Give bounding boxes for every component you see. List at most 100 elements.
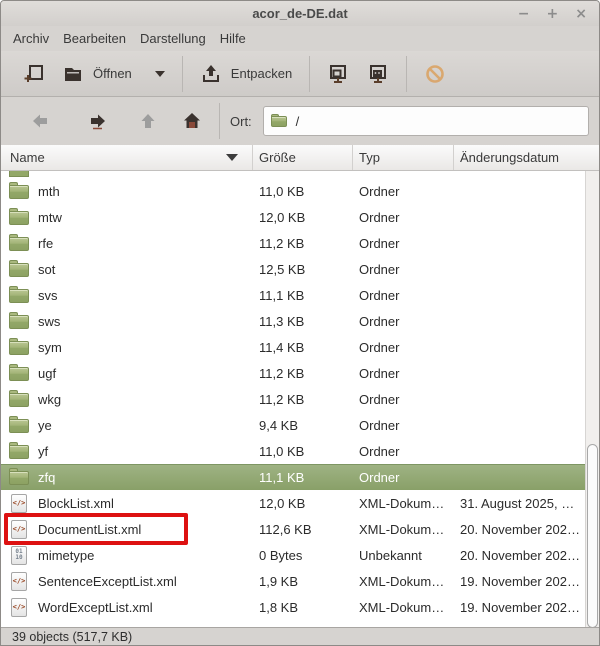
file-type: Ordner bbox=[353, 288, 454, 303]
file-name: BlockList.xml bbox=[38, 496, 114, 511]
file-name: sot bbox=[38, 262, 55, 277]
file-size: 11,0 KB bbox=[253, 444, 353, 459]
table-row[interactable]: mtw12,0 KBOrdner bbox=[1, 204, 587, 230]
scrollbar-thumb[interactable] bbox=[587, 444, 598, 627]
table-row[interactable]: svs11,1 KBOrdner bbox=[1, 282, 587, 308]
file-name: ugf bbox=[38, 366, 56, 381]
sort-descending-icon bbox=[226, 154, 238, 161]
title-bar[interactable]: acor_de-DE.dat − + × bbox=[1, 1, 599, 26]
folder-icon bbox=[271, 114, 288, 128]
open-folder-icon bbox=[62, 63, 84, 85]
table-row[interactable]: </>BlockList.xml12,0 KBXML-Dokum…31. Aug… bbox=[1, 490, 587, 516]
file-name: DocumentList.xml bbox=[38, 522, 141, 537]
file-name: rfe bbox=[38, 236, 53, 251]
file-type: Unbekannt bbox=[353, 548, 454, 563]
binary-file-icon: 0110 bbox=[9, 546, 31, 565]
open-with-button[interactable] bbox=[358, 58, 398, 90]
file-date: 19. November 202… bbox=[454, 574, 587, 589]
new-archive-button[interactable] bbox=[15, 58, 53, 90]
folder-icon bbox=[9, 260, 31, 279]
minimize-button[interactable]: − bbox=[518, 7, 530, 21]
file-name-cell: ugf bbox=[1, 364, 253, 383]
file-type: Ordner bbox=[353, 418, 454, 433]
file-size: 11,4 KB bbox=[253, 340, 353, 355]
folder-icon bbox=[9, 390, 31, 409]
file-list: mth11,0 KBOrdnermtw12,0 KBOrdner rfe 11,2 … bbox=[1, 171, 587, 620]
table-row[interactable]: mth11,0 KBOrdner bbox=[1, 178, 587, 204]
window-title: acor_de-DE.dat bbox=[252, 6, 347, 21]
file-type: Ordner bbox=[353, 184, 454, 199]
file-name-cell: mtw bbox=[1, 208, 253, 227]
file-size: 11,2 KB bbox=[253, 392, 353, 407]
xml-file-icon: </> bbox=[9, 598, 31, 617]
table-row[interactable]: </>DocumentList.xml112,6 KBXML-Dokum…20.… bbox=[1, 516, 587, 542]
extract-icon bbox=[200, 63, 222, 85]
folder-icon bbox=[9, 364, 31, 383]
location-input[interactable]: / bbox=[263, 106, 589, 136]
chevron-down-icon bbox=[155, 71, 165, 77]
vertical-scrollbar[interactable] bbox=[585, 171, 599, 627]
table-row[interactable]: </>WordExceptList.xml1,8 KBXML-Dokum…19.… bbox=[1, 594, 587, 620]
location-value: / bbox=[296, 114, 300, 129]
file-name: wkg bbox=[38, 392, 61, 407]
table-row[interactable]: 0110mimetype0 BytesUnbekannt20. November… bbox=[1, 542, 587, 568]
status-bar: 39 objects (517,7 KB) bbox=[1, 627, 599, 645]
up-arrow-icon bbox=[137, 110, 159, 132]
table-row[interactable]: ugf 11,2 KBOrdner bbox=[1, 360, 587, 386]
column-header-type[interactable]: Typ bbox=[353, 145, 454, 170]
home-button[interactable] bbox=[177, 106, 207, 136]
file-size: 11,2 KB bbox=[253, 366, 353, 381]
menu-item-archiv[interactable]: Archiv bbox=[6, 28, 56, 49]
file-name: mimetype bbox=[38, 548, 94, 563]
file-name: yf bbox=[38, 444, 48, 459]
file-name: SentenceExceptList.xml bbox=[38, 574, 177, 589]
archive-manager-window: acor_de-DE.dat − + × ArchivBearbeitenDar… bbox=[0, 0, 600, 646]
file-type: Ordner bbox=[353, 210, 454, 225]
table-row[interactable]: sws11,3 KBOrdner bbox=[1, 308, 587, 334]
menu-item-bearbeiten[interactable]: Bearbeiten bbox=[56, 28, 133, 49]
column-header-date[interactable]: Änderungsdatum bbox=[454, 145, 599, 170]
file-size: 112,6 KB bbox=[253, 522, 353, 537]
open-archive-button[interactable]: Öffnen bbox=[53, 58, 174, 90]
location-label: Ort: bbox=[230, 114, 252, 129]
file-date: 19. November 202… bbox=[454, 600, 587, 615]
column-header-name[interactable]: Name bbox=[1, 145, 253, 170]
forward-button[interactable] bbox=[83, 106, 113, 136]
navigation-bar: Ort: / bbox=[1, 97, 599, 145]
column-header-size[interactable]: Größe bbox=[253, 145, 353, 170]
file-name-cell: wkg bbox=[1, 390, 253, 409]
table-row[interactable]: wkg11,2 KBOrdner bbox=[1, 386, 587, 412]
folder-icon bbox=[9, 442, 31, 461]
file-type: XML-Dokum… bbox=[353, 522, 454, 537]
file-name: WordExceptList.xml bbox=[38, 600, 153, 615]
file-size: 1,9 KB bbox=[253, 574, 353, 589]
open-button-label: Öffnen bbox=[93, 66, 132, 81]
file-type: Ordner bbox=[353, 366, 454, 381]
close-button[interactable]: × bbox=[575, 7, 587, 21]
file-name: ye bbox=[38, 418, 52, 433]
file-size: 11,1 KB bbox=[253, 470, 353, 485]
file-name-cell: </>SentenceExceptList.xml bbox=[1, 572, 253, 591]
table-row[interactable]: sot12,5 KBOrdner bbox=[1, 256, 587, 282]
file-type: Ordner bbox=[353, 314, 454, 329]
extract-button[interactable]: Entpacken bbox=[191, 58, 301, 90]
toolbar-separator bbox=[309, 56, 310, 92]
file-name-cell: </> BlockList.xml bbox=[1, 494, 253, 513]
file-type: Ordner bbox=[353, 444, 454, 459]
table-row[interactable]: </>SentenceExceptList.xml1,9 KBXML-Dokum… bbox=[1, 568, 587, 594]
file-name-cell: ye bbox=[1, 416, 253, 435]
table-row[interactable]: zfq11,1 KBOrdner bbox=[1, 464, 587, 490]
file-size: 11,1 KB bbox=[253, 288, 353, 303]
menu-item-hilfe[interactable]: Hilfe bbox=[213, 28, 253, 49]
table-row[interactable]: sym11,4 KBOrdner bbox=[1, 334, 587, 360]
view-file-button[interactable] bbox=[318, 58, 358, 90]
table-row[interactable]: rfe11,2 KBOrdner bbox=[1, 230, 587, 256]
table-row[interactable]: ye9,4 KBOrdner bbox=[1, 412, 587, 438]
file-size: 11,0 KB bbox=[253, 184, 353, 199]
table-row[interactable]: yf 11,0 KBOrdner bbox=[1, 438, 587, 464]
file-date: 20. November 202… bbox=[454, 548, 587, 563]
file-size: 11,2 KB bbox=[253, 236, 353, 251]
maximize-button[interactable]: + bbox=[547, 7, 559, 21]
menu-item-darstellung[interactable]: Darstellung bbox=[133, 28, 213, 49]
xml-file-icon: </> bbox=[9, 494, 31, 513]
